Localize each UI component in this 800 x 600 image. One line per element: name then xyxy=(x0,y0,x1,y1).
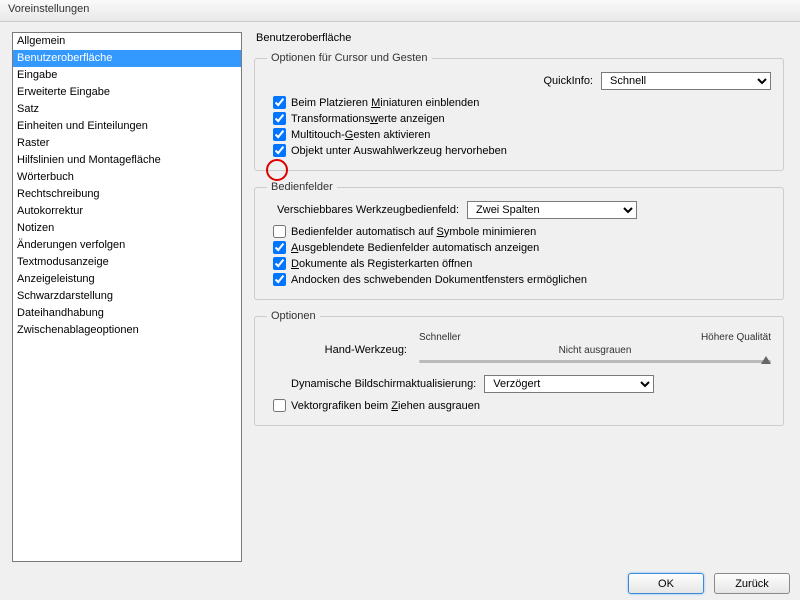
checkbox-multitouch-label: Multitouch-Gesten aktivieren xyxy=(291,129,430,141)
dynamic-update-select[interactable]: Verzögert xyxy=(484,375,654,393)
checkbox-gray-vectors[interactable]: Vektorgrafiken beim Ziehen ausgrauen xyxy=(267,399,771,412)
sidebar-item[interactable]: Dateihandhabung xyxy=(13,305,241,322)
sidebar-item[interactable]: Eingabe xyxy=(13,67,241,84)
slider-thumb-icon[interactable] xyxy=(761,356,771,364)
checkbox-dock-floating[interactable]: Andocken des schwebenden Dokumentfenster… xyxy=(267,273,771,286)
checkbox-thumbnails-checkbox[interactable] xyxy=(273,96,286,109)
sidebar-item[interactable]: Notizen xyxy=(13,220,241,237)
checkbox-gray-vectors-checkbox[interactable] xyxy=(273,399,286,412)
checkbox-gray-vectors-label: Vektorgrafiken beim Ziehen ausgrauen xyxy=(291,400,480,412)
hand-tool-label: Hand-Werkzeug: xyxy=(267,344,407,356)
sidebar-item[interactable]: Satz xyxy=(13,101,241,118)
sidebar-item[interactable]: Hilfslinien und Montagefläche xyxy=(13,152,241,169)
cancel-button[interactable]: Zurück xyxy=(714,573,790,594)
sidebar-item[interactable]: Raster xyxy=(13,135,241,152)
checkbox-show-hidden-panels[interactable]: Ausgeblendete Bedienfelder automatisch a… xyxy=(267,241,771,254)
checkbox-docs-as-tabs-label: Dokumente als Registerkarten öffnen xyxy=(291,258,472,270)
checkbox-multitouch[interactable]: Multitouch-Gesten aktivieren xyxy=(267,128,771,141)
sidebar-item[interactable]: Zwischenablageoptionen xyxy=(13,322,241,339)
group-cursor-gestures: Optionen für Cursor und Gesten QuickInfo… xyxy=(254,52,784,171)
group-options: Optionen Hand-Werkzeug: Schneller Höhere… xyxy=(254,310,784,426)
sidebar-item[interactable]: Erweiterte Eingabe xyxy=(13,84,241,101)
checkbox-highlight-object-label: Objekt unter Auswahlwerkzeug hervorheben xyxy=(291,145,507,157)
window-title: Voreinstellungen xyxy=(8,3,89,15)
toolpanel-label: Verschiebbares Werkzeugbedienfeld: xyxy=(277,204,459,216)
slider-label-right: Höhere Qualität xyxy=(701,332,771,343)
checkbox-docs-as-tabs-checkbox[interactable] xyxy=(273,257,286,270)
window-titlebar: Voreinstellungen xyxy=(0,0,800,22)
dialog-button-bar: OK Zurück xyxy=(628,573,790,594)
quickinfo-label: QuickInfo: xyxy=(543,75,593,87)
checkbox-show-hidden-panels-checkbox[interactable] xyxy=(273,241,286,254)
main-panel: Benutzeroberfläche Optionen für Cursor u… xyxy=(254,32,794,562)
sidebar-item[interactable]: Schwarzdarstellung xyxy=(13,288,241,305)
sidebar-item[interactable]: Rechtschreibung xyxy=(13,186,241,203)
checkbox-transform-values-checkbox[interactable] xyxy=(273,112,286,125)
sidebar-item[interactable]: Textmodusanzeige xyxy=(13,254,241,271)
dynamic-update-label: Dynamische Bildschirmaktualisierung: xyxy=(291,378,476,390)
slider-sublabel: Nicht ausgrauen xyxy=(419,345,771,356)
group-legend: Optionen xyxy=(267,310,320,322)
sidebar-item[interactable]: Autokorrektur xyxy=(13,203,241,220)
checkbox-highlight-object-checkbox[interactable] xyxy=(273,144,286,157)
checkbox-docs-as-tabs[interactable]: Dokumente als Registerkarten öffnen xyxy=(267,257,771,270)
sidebar-item[interactable]: Wörterbuch xyxy=(13,169,241,186)
group-panels: Bedienfelder Verschiebbares Werkzeugbedi… xyxy=(254,181,784,300)
sidebar-item[interactable]: Benutzeroberfläche xyxy=(13,50,241,67)
page-title: Benutzeroberfläche xyxy=(254,32,784,44)
checkbox-multitouch-checkbox[interactable] xyxy=(273,128,286,141)
checkbox-minimize-panels-checkbox[interactable] xyxy=(273,225,286,238)
group-legend: Bedienfelder xyxy=(267,181,337,193)
checkbox-show-hidden-panels-label: Ausgeblendete Bedienfelder automatisch a… xyxy=(291,242,539,254)
checkbox-transform-values-label: Transformationswerte anzeigen xyxy=(291,113,445,125)
toolpanel-select[interactable]: Zwei Spalten xyxy=(467,201,637,219)
checkbox-minimize-panels[interactable]: Bedienfelder automatisch auf Symbole min… xyxy=(267,225,771,238)
checkbox-thumbnails-label: Beim Platzieren Miniaturen einblenden xyxy=(291,97,479,109)
group-legend: Optionen für Cursor und Gesten xyxy=(267,52,432,64)
ok-button[interactable]: OK xyxy=(628,573,704,594)
category-sidebar: AllgemeinBenutzeroberflächeEingabeErweit… xyxy=(12,32,242,562)
sidebar-item[interactable]: Einheiten und Einteilungen xyxy=(13,118,241,135)
checkbox-dock-floating-label: Andocken des schwebenden Dokumentfenster… xyxy=(291,274,587,286)
sidebar-item[interactable]: Allgemein xyxy=(13,33,241,50)
checkbox-thumbnails[interactable]: Beim Platzieren Miniaturen einblenden xyxy=(267,96,771,109)
sidebar-item[interactable]: Änderungen verfolgen xyxy=(13,237,241,254)
checkbox-dock-floating-checkbox[interactable] xyxy=(273,273,286,286)
checkbox-transform-values[interactable]: Transformationswerte anzeigen xyxy=(267,112,771,125)
hand-tool-slider[interactable] xyxy=(419,360,771,363)
slider-label-left: Schneller xyxy=(419,332,461,343)
checkbox-minimize-panels-label: Bedienfelder automatisch auf Symbole min… xyxy=(291,226,536,238)
sidebar-item[interactable]: Anzeigeleistung xyxy=(13,271,241,288)
quickinfo-select[interactable]: Schnell xyxy=(601,72,771,90)
checkbox-highlight-object[interactable]: Objekt unter Auswahlwerkzeug hervorheben xyxy=(267,144,771,157)
